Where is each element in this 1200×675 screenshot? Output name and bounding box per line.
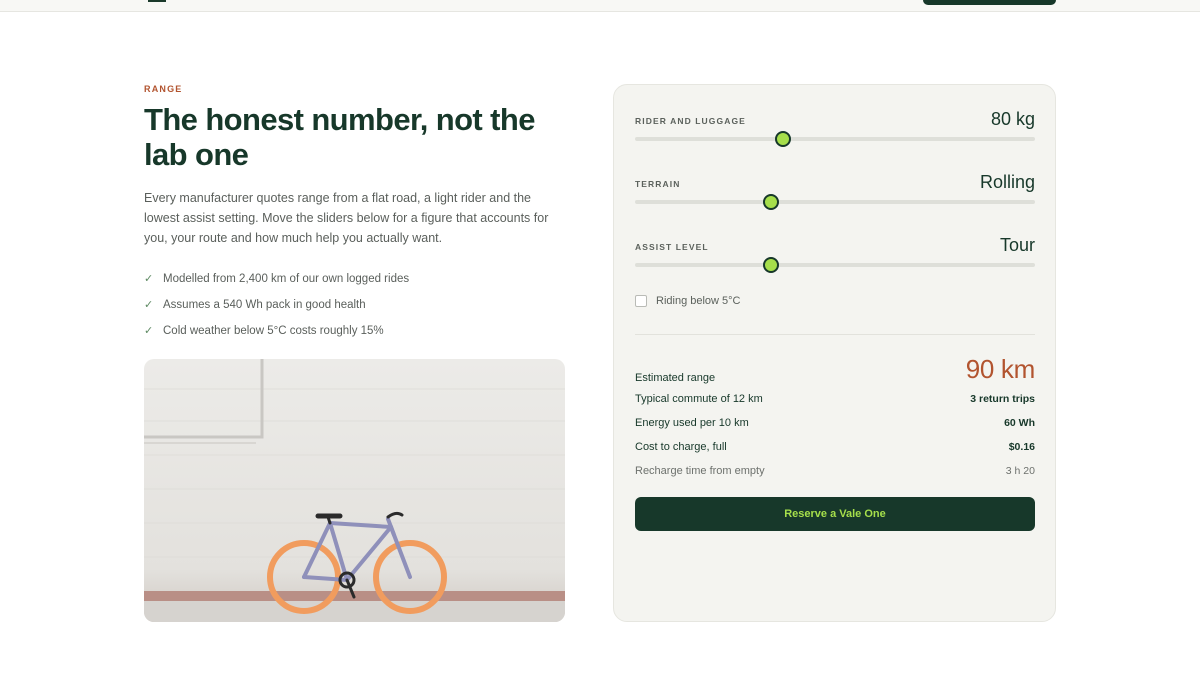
slider-label: RIDER AND LUGGAGE	[635, 116, 746, 126]
rider-weight-slider-group: RIDER AND LUGGAGE 80 kg	[635, 104, 1035, 147]
result-label: Cost to charge, full	[635, 441, 727, 453]
divider	[635, 334, 1035, 335]
result-value: 3 return trips	[970, 393, 1035, 405]
header-cta-button[interactable]	[923, 0, 1056, 5]
cold-weather-toggle[interactable]: Riding below 5°C	[635, 295, 741, 307]
rider-weight-slider[interactable]	[635, 131, 1035, 147]
slider-label: ASSIST LEVEL	[635, 242, 709, 252]
range-intro: RANGE The honest number, not the lab one…	[144, 84, 574, 344]
results-list: Estimated range 90 km Typical commute of…	[635, 351, 1035, 483]
estimated-range-value: 90 km	[965, 354, 1036, 384]
slider-thumb[interactable]	[763, 257, 779, 273]
cold-weather-checkbox[interactable]	[635, 295, 647, 307]
estimated-range-row: Estimated range 90 km	[635, 351, 1035, 387]
list-item-text: Cold weather below 5°C costs roughly 15%	[163, 325, 384, 337]
slider-thumb[interactable]	[775, 131, 791, 147]
result-value: 60 Wh	[1004, 417, 1035, 429]
assumptions-list: ✓ Modelled from 2,400 km of our own logg…	[144, 266, 574, 344]
assist-level-slider-group: ASSIST LEVEL Tour	[635, 230, 1035, 273]
result-label: Recharge time from empty	[635, 465, 765, 477]
slider-label: TERRAIN	[635, 179, 681, 189]
bike-against-wall-illustration	[144, 359, 565, 622]
list-item: ✓ Assumes a 540 Wh pack in good health	[144, 292, 574, 318]
result-value: 3 h 20	[1005, 465, 1035, 477]
slider-value: 80 kg	[990, 109, 1035, 129]
page-title: The honest number, not the lab one	[144, 102, 535, 172]
result-label: Typical commute of 12 km	[635, 393, 763, 405]
result-row: Cost to charge, full $0.16	[635, 435, 1035, 459]
terrain-slider[interactable]	[635, 194, 1035, 210]
logo[interactable]	[148, 0, 166, 2]
list-item-text: Modelled from 2,400 km of our own logged…	[163, 273, 410, 285]
assist-level-slider[interactable]	[635, 257, 1035, 273]
list-item: ✓ Modelled from 2,400 km of our own logg…	[144, 266, 574, 292]
bike-photo	[144, 359, 565, 622]
slider-value: Rolling	[979, 172, 1035, 192]
checkbox-label: Riding below 5°C	[656, 295, 741, 307]
check-icon: ✓	[144, 324, 154, 337]
list-item-text: Assumes a 540 Wh pack in good health	[163, 299, 366, 311]
check-icon: ✓	[144, 272, 154, 285]
list-item: ✓ Cold weather below 5°C costs roughly 1…	[144, 318, 574, 344]
reserve-button[interactable]: Reserve a Vale One	[635, 497, 1035, 531]
result-label: Energy used per 10 km	[635, 417, 749, 429]
result-label: Estimated range	[635, 372, 716, 384]
result-row: Recharge time from empty 3 h 20	[635, 459, 1035, 483]
intro-paragraph: Every manufacturer quotes range from a f…	[144, 191, 549, 245]
slider-value: Tour	[999, 235, 1035, 255]
result-value: $0.16	[1008, 441, 1035, 453]
range-calculator: RIDER AND LUGGAGE 80 kg TERRAIN Rolling …	[613, 84, 1056, 622]
terrain-slider-group: TERRAIN Rolling	[635, 167, 1035, 210]
result-row: Energy used per 10 km 60 Wh	[635, 411, 1035, 435]
slider-thumb[interactable]	[763, 194, 779, 210]
result-row: Typical commute of 12 km 3 return trips	[635, 387, 1035, 411]
section-eyebrow: RANGE	[144, 84, 183, 94]
check-icon: ✓	[144, 298, 154, 311]
site-header	[0, 0, 1200, 12]
